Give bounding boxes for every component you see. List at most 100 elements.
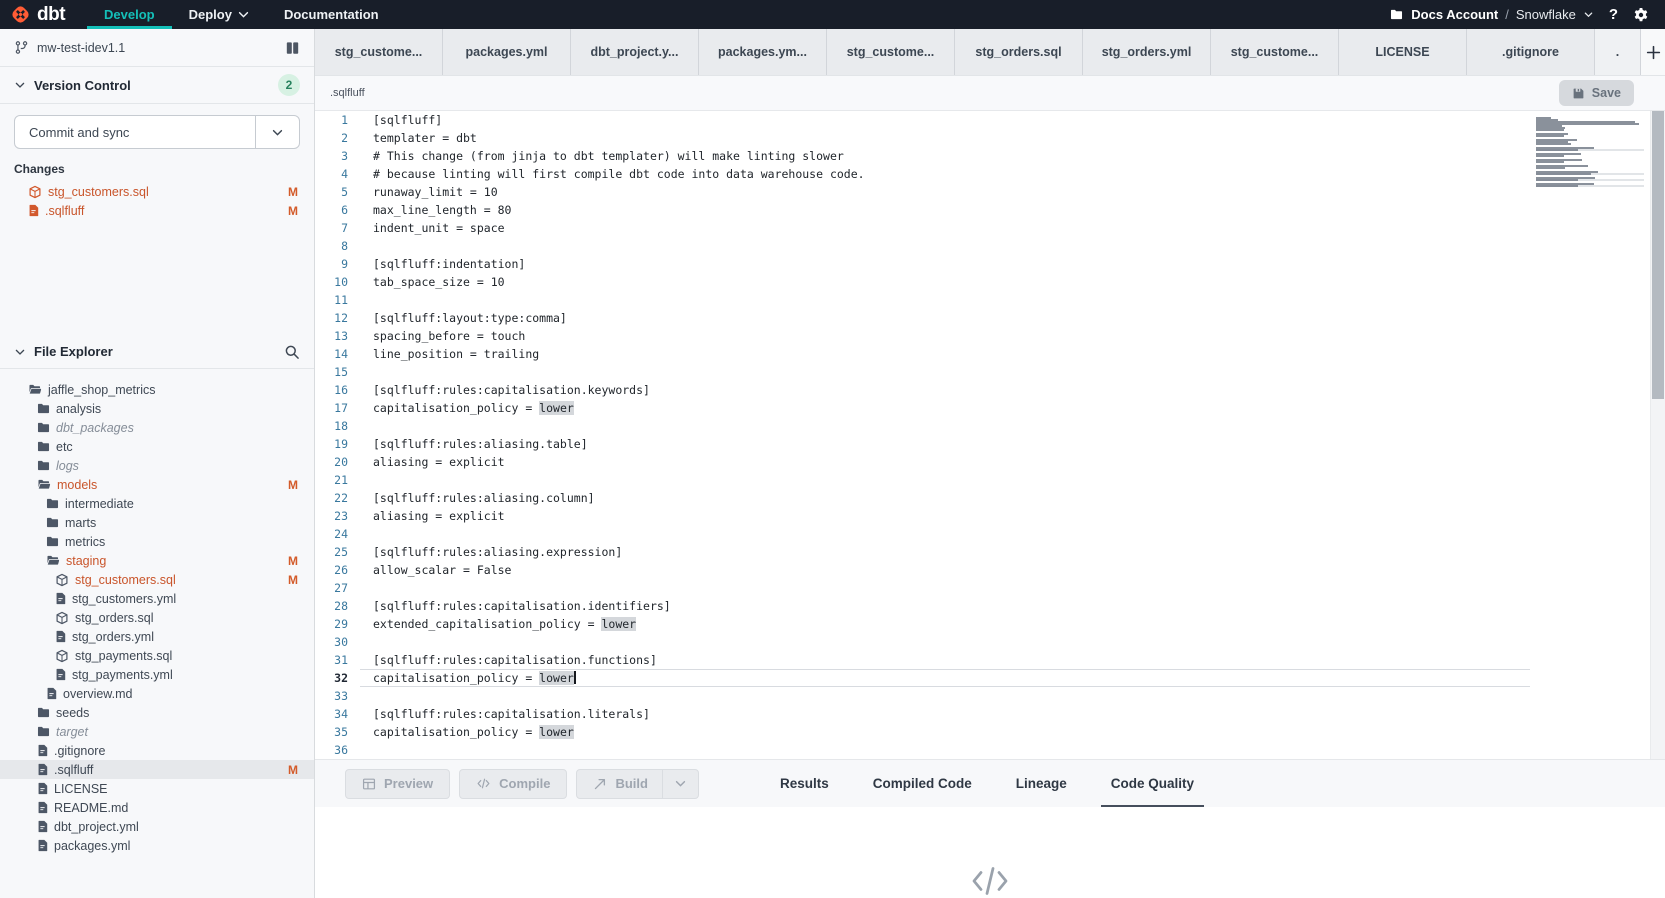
- file-explorer-header[interactable]: File Explorer: [0, 335, 314, 369]
- save-button[interactable]: Save: [1559, 80, 1634, 106]
- version-control-header[interactable]: Version Control 2: [0, 67, 314, 104]
- code-line-2[interactable]: 2templater = dbt: [315, 129, 1665, 147]
- code-line-25[interactable]: 25[sqlfluff:rules:aliasing.expression]: [315, 543, 1665, 561]
- code-line-31[interactable]: 31[sqlfluff:rules:capitalisation.functio…: [315, 651, 1665, 669]
- tree-item-analysis[interactable]: analysis: [0, 399, 314, 418]
- code-editor[interactable]: 1[sqlfluff]2templater = dbt3# This chang…: [315, 111, 1665, 759]
- tab-results[interactable]: Results: [758, 760, 851, 807]
- compile-button[interactable]: Compile: [459, 769, 567, 799]
- code-line-3[interactable]: 3# This change (from jinja to dbt templa…: [315, 147, 1665, 165]
- code-line-11[interactable]: 11: [315, 291, 1665, 309]
- code-line-32[interactable]: 32capitalisation_policy = lower: [315, 669, 1665, 687]
- code-line-27[interactable]: 27: [315, 579, 1665, 597]
- code-line-21[interactable]: 21: [315, 471, 1665, 489]
- tree-item-.gitignore[interactable]: .gitignore: [0, 741, 314, 760]
- tree-item-stg_customers.yml[interactable]: stg_customers.yml: [0, 589, 314, 608]
- tree-item-target[interactable]: target: [0, 722, 314, 741]
- code-line-12[interactable]: 12[sqlfluff:layout:type:comma]: [315, 309, 1665, 327]
- tree-item-packages.yml[interactable]: packages.yml: [0, 836, 314, 855]
- code-line-22[interactable]: 22[sqlfluff:rules:aliasing.column]: [315, 489, 1665, 507]
- code-line-5[interactable]: 5runaway_limit = 10: [315, 183, 1665, 201]
- code-line-13[interactable]: 13spacing_before = touch: [315, 327, 1665, 345]
- code-line-34[interactable]: 34[sqlfluff:rules:capitalisation.literal…: [315, 705, 1665, 723]
- tab-lineage[interactable]: Lineage: [994, 760, 1089, 807]
- nav-item-develop[interactable]: Develop: [87, 0, 172, 29]
- account-switcher[interactable]: Docs Account / Snowflake: [1389, 7, 1594, 22]
- tree-item-LICENSE[interactable]: LICENSE: [0, 779, 314, 798]
- change-item[interactable]: stg_customers.sqlM: [0, 182, 314, 201]
- file-tab[interactable]: .gitignore: [1467, 29, 1595, 75]
- tab-compiled-code[interactable]: Compiled Code: [851, 760, 994, 807]
- dbt-logo[interactable]: dbt: [0, 0, 87, 29]
- tree-item-.sqlfluff[interactable]: .sqlfluffM: [0, 760, 314, 779]
- tab-code-quality[interactable]: Code Quality: [1089, 760, 1216, 807]
- nav-item-deploy[interactable]: Deploy: [172, 0, 267, 29]
- code-line-20[interactable]: 20aliasing = explicit: [315, 453, 1665, 471]
- tree-item-staging[interactable]: stagingM: [0, 551, 314, 570]
- file-tab[interactable]: dbt_project.y...: [571, 29, 699, 75]
- build-options-chevron[interactable]: [662, 770, 698, 798]
- file-tab[interactable]: stg_orders.sql: [955, 29, 1083, 75]
- settings-gear-icon[interactable]: [1633, 7, 1649, 23]
- tree-item-stg_payments.sql[interactable]: stg_payments.sql: [0, 646, 314, 665]
- split-panes-icon[interactable]: [285, 41, 300, 55]
- file-tab[interactable]: stg_custome...: [315, 29, 443, 75]
- branch-selector[interactable]: mw-test-idev1.1: [0, 29, 314, 67]
- build-button[interactable]: Build: [576, 769, 699, 799]
- help-button[interactable]: ?: [1609, 6, 1618, 23]
- search-icon[interactable]: [284, 344, 300, 360]
- tree-item-dbt_project.yml[interactable]: dbt_project.yml: [0, 817, 314, 836]
- tree-item-etc[interactable]: etc: [0, 437, 314, 456]
- commit-and-sync-button[interactable]: Commit and sync: [14, 115, 300, 149]
- tree-item-marts[interactable]: marts: [0, 513, 314, 532]
- code-line-9[interactable]: 9[sqlfluff:indentation]: [315, 255, 1665, 273]
- tree-item-logs[interactable]: logs: [0, 456, 314, 475]
- tree-item-intermediate[interactable]: intermediate: [0, 494, 314, 513]
- tree-item-models[interactable]: modelsM: [0, 475, 314, 494]
- code-line-16[interactable]: 16[sqlfluff:rules:capitalisation.keyword…: [315, 381, 1665, 399]
- code-line-7[interactable]: 7indent_unit = space: [315, 219, 1665, 237]
- code-line-1[interactable]: 1[sqlfluff]: [315, 111, 1665, 129]
- code-line-19[interactable]: 19[sqlfluff:rules:aliasing.table]: [315, 435, 1665, 453]
- file-tab[interactable]: stg_custome...: [1211, 29, 1339, 75]
- tree-item-seeds[interactable]: seeds: [0, 703, 314, 722]
- new-tab-button[interactable]: [1645, 44, 1662, 61]
- change-item[interactable]: .sqlfluffM: [0, 201, 314, 220]
- nav-item-documentation[interactable]: Documentation: [267, 0, 396, 29]
- code-line-4[interactable]: 4# because linting will first compile db…: [315, 165, 1665, 183]
- preview-button[interactable]: Preview: [345, 769, 450, 799]
- tree-item-stg_orders.yml[interactable]: stg_orders.yml: [0, 627, 314, 646]
- tree-item-stg_orders.sql[interactable]: stg_orders.sql: [0, 608, 314, 627]
- tree-item-overview.md[interactable]: overview.md: [0, 684, 314, 703]
- file-tab[interactable]: packages.ym...: [699, 29, 827, 75]
- code-line-8[interactable]: 8: [315, 237, 1665, 255]
- file-tab[interactable]: .: [1595, 29, 1641, 75]
- code-line-6[interactable]: 6max_line_length = 80: [315, 201, 1665, 219]
- code-line-29[interactable]: 29extended_capitalisation_policy = lower: [315, 615, 1665, 633]
- code-line-36[interactable]: 36: [315, 741, 1665, 759]
- code-line-18[interactable]: 18: [315, 417, 1665, 435]
- commit-options-chevron[interactable]: [255, 116, 299, 148]
- code-line-35[interactable]: 35capitalisation_policy = lower: [315, 723, 1665, 741]
- code-line-15[interactable]: 15: [315, 363, 1665, 381]
- file-tab[interactable]: packages.yml: [443, 29, 571, 75]
- code-line-33[interactable]: 33: [315, 687, 1665, 705]
- tree-item-stg_customers.sql[interactable]: stg_customers.sqlM: [0, 570, 314, 589]
- code-line-17[interactable]: 17capitalisation_policy = lower: [315, 399, 1665, 417]
- code-line-26[interactable]: 26allow_scalar = False: [315, 561, 1665, 579]
- tree-item-README.md[interactable]: README.md: [0, 798, 314, 817]
- code-line-28[interactable]: 28[sqlfluff:rules:capitalisation.identif…: [315, 597, 1665, 615]
- minimap[interactable]: [1536, 117, 1644, 189]
- scrollbar-thumb[interactable]: [1652, 111, 1664, 399]
- code-line-14[interactable]: 14line_position = trailing: [315, 345, 1665, 363]
- code-line-24[interactable]: 24: [315, 525, 1665, 543]
- editor-scrollbar[interactable]: [1650, 111, 1665, 759]
- file-tab[interactable]: stg_orders.yml: [1083, 29, 1211, 75]
- tree-item-dbt_packages[interactable]: dbt_packages: [0, 418, 314, 437]
- code-line-23[interactable]: 23aliasing = explicit: [315, 507, 1665, 525]
- tree-item-jaffle_shop_metrics[interactable]: jaffle_shop_metrics: [0, 380, 314, 399]
- tree-item-stg_payments.yml[interactable]: stg_payments.yml: [0, 665, 314, 684]
- code-line-10[interactable]: 10tab_space_size = 10: [315, 273, 1665, 291]
- code-line-30[interactable]: 30: [315, 633, 1665, 651]
- file-tab[interactable]: LICENSE: [1339, 29, 1467, 75]
